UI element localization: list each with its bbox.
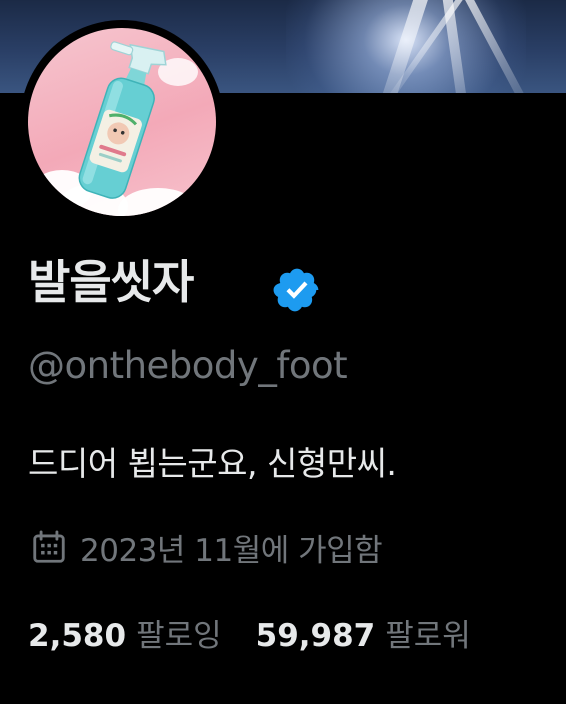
profile-display-name: 발을씻자: [28, 255, 194, 309]
profile-bio: 드디어 뵙는군요, 신형만씨.: [28, 444, 397, 483]
spray-bottle-illustration: [78, 41, 167, 199]
join-date-text: 2023년 11월에 가입함: [80, 532, 383, 569]
followers-label: 팔로워: [385, 617, 471, 654]
verified-badge-icon[interactable]: [272, 265, 322, 315]
followers-link[interactable]: 59,987 팔로워: [256, 610, 471, 655]
join-date: 2023년 11월에 가입함: [30, 525, 383, 569]
followers-count: 59,987: [255, 617, 376, 654]
profile-handle: @onthebody_foot: [28, 344, 348, 387]
calendar-icon: [33, 530, 65, 563]
following-label: 팔로잉: [136, 617, 222, 654]
avatar[interactable]: [20, 20, 224, 224]
avatar-image: [28, 28, 216, 216]
following-link[interactable]: 2,580 팔로잉: [28, 610, 222, 655]
following-count: 2,580: [28, 617, 127, 654]
follow-stats: 2,580 팔로잉 59,987 팔로워: [28, 608, 505, 656]
